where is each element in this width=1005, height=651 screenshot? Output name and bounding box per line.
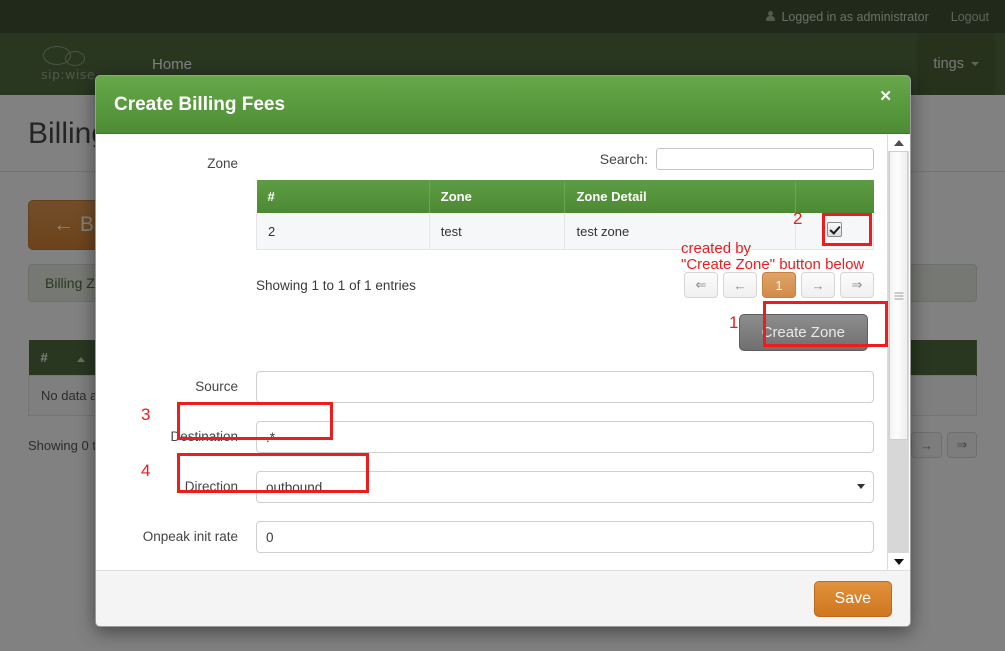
zone-field-row: Zone Search: # Zone Zone Detail xyxy=(96,134,888,351)
zone-search-input[interactable] xyxy=(656,148,874,170)
zone-showing-label: Showing 1 to 1 of 1 entries xyxy=(256,278,416,293)
modal-footer: Save xyxy=(96,570,910,626)
zone-row-checkbox[interactable] xyxy=(827,222,842,237)
destination-field-row: Destination xyxy=(96,421,888,453)
scrollbar-grip-icon xyxy=(894,292,903,299)
zone-pagination-next[interactable]: → xyxy=(801,272,835,298)
destination-control xyxy=(256,421,874,453)
close-icon[interactable]: ✕ xyxy=(875,87,896,106)
scrollbar-track[interactable] xyxy=(888,151,909,553)
direction-control xyxy=(256,471,874,503)
modal-body: Zone Search: # Zone Zone Detail xyxy=(96,134,910,570)
destination-input[interactable] xyxy=(256,421,874,453)
zone-pagination-last[interactable]: ⇒ xyxy=(840,272,874,298)
zone-label: Zone xyxy=(96,148,256,171)
zone-cell-select xyxy=(795,213,874,250)
zone-control: Search: # Zone Zone Detail xyxy=(256,148,874,351)
zone-column-select xyxy=(795,180,874,213)
source-input[interactable] xyxy=(256,371,874,403)
zone-table-row[interactable]: 2 test test zone xyxy=(257,213,874,250)
source-field-row: Source xyxy=(96,371,888,403)
zone-column-zone-detail[interactable]: Zone Detail xyxy=(565,180,795,213)
zone-cell-index: 2 xyxy=(257,213,430,250)
modal-scrollbar[interactable] xyxy=(887,134,910,570)
onpeak-init-rate-input[interactable] xyxy=(256,521,874,553)
zone-table: # Zone Zone Detail 2 test test zone xyxy=(256,180,874,250)
zone-cell-zone: test xyxy=(429,213,565,250)
create-zone-row: Create Zone xyxy=(256,314,874,351)
save-button[interactable]: Save xyxy=(814,581,892,617)
modal-scroll-content: Zone Search: # Zone Zone Detail xyxy=(96,134,888,570)
create-billing-fees-modal: Create Billing Fees ✕ Zone Search: # xyxy=(95,75,911,627)
scroll-up-arrow-icon[interactable] xyxy=(888,134,909,151)
modal-header: Create Billing Fees ✕ xyxy=(96,76,910,134)
zone-column-zone[interactable]: Zone xyxy=(429,180,565,213)
zone-pagination-first[interactable]: ⇐ xyxy=(684,272,718,298)
zone-search-label: Search: xyxy=(600,151,648,167)
onpeak-init-rate-label: Onpeak init rate xyxy=(96,521,256,544)
destination-label: Destination xyxy=(96,421,256,444)
zone-table-footer: Showing 1 to 1 of 1 entries ⇐ ← 1 → ⇒ xyxy=(256,272,874,298)
onpeak-init-rate-field-row: Onpeak init rate xyxy=(96,521,888,553)
zone-cell-detail: test zone xyxy=(565,213,795,250)
zone-pagination-page-1[interactable]: 1 xyxy=(762,272,796,298)
direction-label: Direction xyxy=(96,471,256,494)
zone-column-index[interactable]: # xyxy=(257,180,430,213)
modal-title: Create Billing Fees xyxy=(114,94,285,116)
zone-search-row: Search: xyxy=(256,148,874,170)
zone-table-header-row: # Zone Zone Detail xyxy=(257,180,874,213)
direction-select[interactable] xyxy=(256,471,874,503)
zone-pagination-prev[interactable]: ← xyxy=(723,272,757,298)
source-control xyxy=(256,371,874,403)
zone-pagination: ⇐ ← 1 → ⇒ xyxy=(684,272,874,298)
direction-field-row: Direction xyxy=(96,471,888,503)
onpeak-init-rate-control xyxy=(256,521,874,553)
scroll-down-arrow-icon[interactable] xyxy=(888,553,909,570)
create-zone-button[interactable]: Create Zone xyxy=(739,314,868,351)
scrollbar-thumb[interactable] xyxy=(889,151,908,440)
source-label: Source xyxy=(96,371,256,394)
